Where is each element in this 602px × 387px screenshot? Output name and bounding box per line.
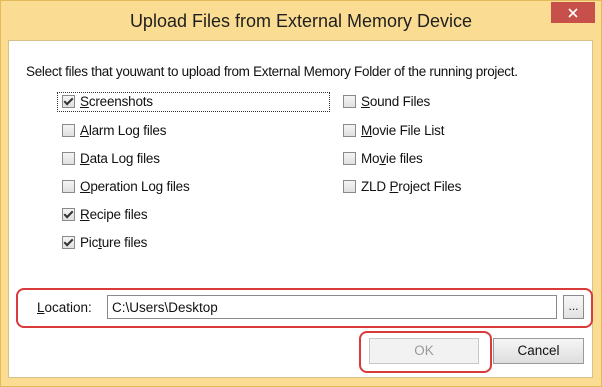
close-icon [568,7,578,18]
label-text: ecipe files [89,207,148,222]
label-accelerator: A [80,123,89,138]
checkbox-movie-files[interactable]: Movie files [343,151,423,166]
label-text: ound Files [369,94,431,109]
checkbox-checked-icon [62,236,75,249]
label-text: ata Log files [89,151,160,166]
cancel-button[interactable]: Cancel [493,338,584,364]
label-text: peration Log files [90,179,190,194]
checkbox-data-log-files[interactable]: Data Log files [62,151,160,166]
label-accelerator: S [361,94,370,109]
checkbox-alarm-log-files[interactable]: Alarm Log files [62,123,166,138]
checkbox-label: Movie files [361,151,423,166]
checkbox-label: Alarm Log files [80,123,166,138]
label-text: roject Files [398,179,462,194]
checkbox-unchecked-icon [343,95,356,108]
label-accelerator: R [80,207,90,222]
checkbox-label: Recipe files [80,207,148,222]
checkbox-unchecked-icon [62,124,75,137]
checkbox-recipe-files[interactable]: Recipe files [62,207,148,222]
ok-button[interactable]: OK [369,338,479,364]
browse-button[interactable]: ... [563,295,584,319]
checkbox-unchecked-icon [62,152,75,165]
checkbox-unchecked-icon [343,124,356,137]
checkbox-label: Picture files [80,235,147,250]
label-text: ocation: [44,300,92,315]
label-text: Pic [80,235,99,250]
label-accelerator: S [80,94,89,109]
instruction-text: Select files that youwant to upload from… [26,64,518,79]
checkbox-sound-files[interactable]: Sound Files [343,94,430,109]
checkbox-label: Screenshots [80,94,153,109]
checkbox-operation-log-files[interactable]: Operation Log files [62,179,190,194]
label-text: ure files [101,235,148,250]
label-text: ie files [385,151,423,166]
checkbox-label: Movie File List [361,123,444,138]
location-input[interactable]: C:\Users\Desktop [107,295,557,319]
label-accelerator: O [80,179,91,194]
checkbox-label: Operation Log files [80,179,190,194]
label-text: ZLD [361,179,390,194]
window-title: Upload Files from External Memory Device [129,11,473,31]
label-text: ovie File List [372,123,445,138]
checkbox-zld-project-files[interactable]: ZLD Project Files [343,179,461,194]
label-text: Mo [361,151,380,166]
checkbox-checked-icon [62,208,75,221]
checkbox-unchecked-icon [343,180,356,193]
label-text: larm Log files [88,123,167,138]
checkbox-label: Data Log files [80,151,160,166]
label-accelerator: D [80,151,90,166]
checkbox-unchecked-icon [62,180,75,193]
label-accelerator: M [361,123,373,138]
close-button[interactable] [551,2,595,23]
checkbox-checked-icon [62,95,75,108]
label-accelerator: P [389,179,399,194]
label-text: creenshots [88,94,153,109]
checkbox-label: ZLD Project Files [361,179,461,194]
checkbox-movie-file-list[interactable]: Movie File List [343,123,444,138]
checkbox-screenshots[interactable]: Screenshots [62,94,153,109]
checkbox-picture-files[interactable]: Picture files [62,235,147,250]
checkbox-label: Sound Files [361,94,430,109]
location-label: Location: [37,300,92,315]
checkbox-unchecked-icon [343,152,356,165]
title-bar[interactable]: Upload Files from External Memory Device [1,1,601,41]
label-accelerator: L [37,300,45,315]
